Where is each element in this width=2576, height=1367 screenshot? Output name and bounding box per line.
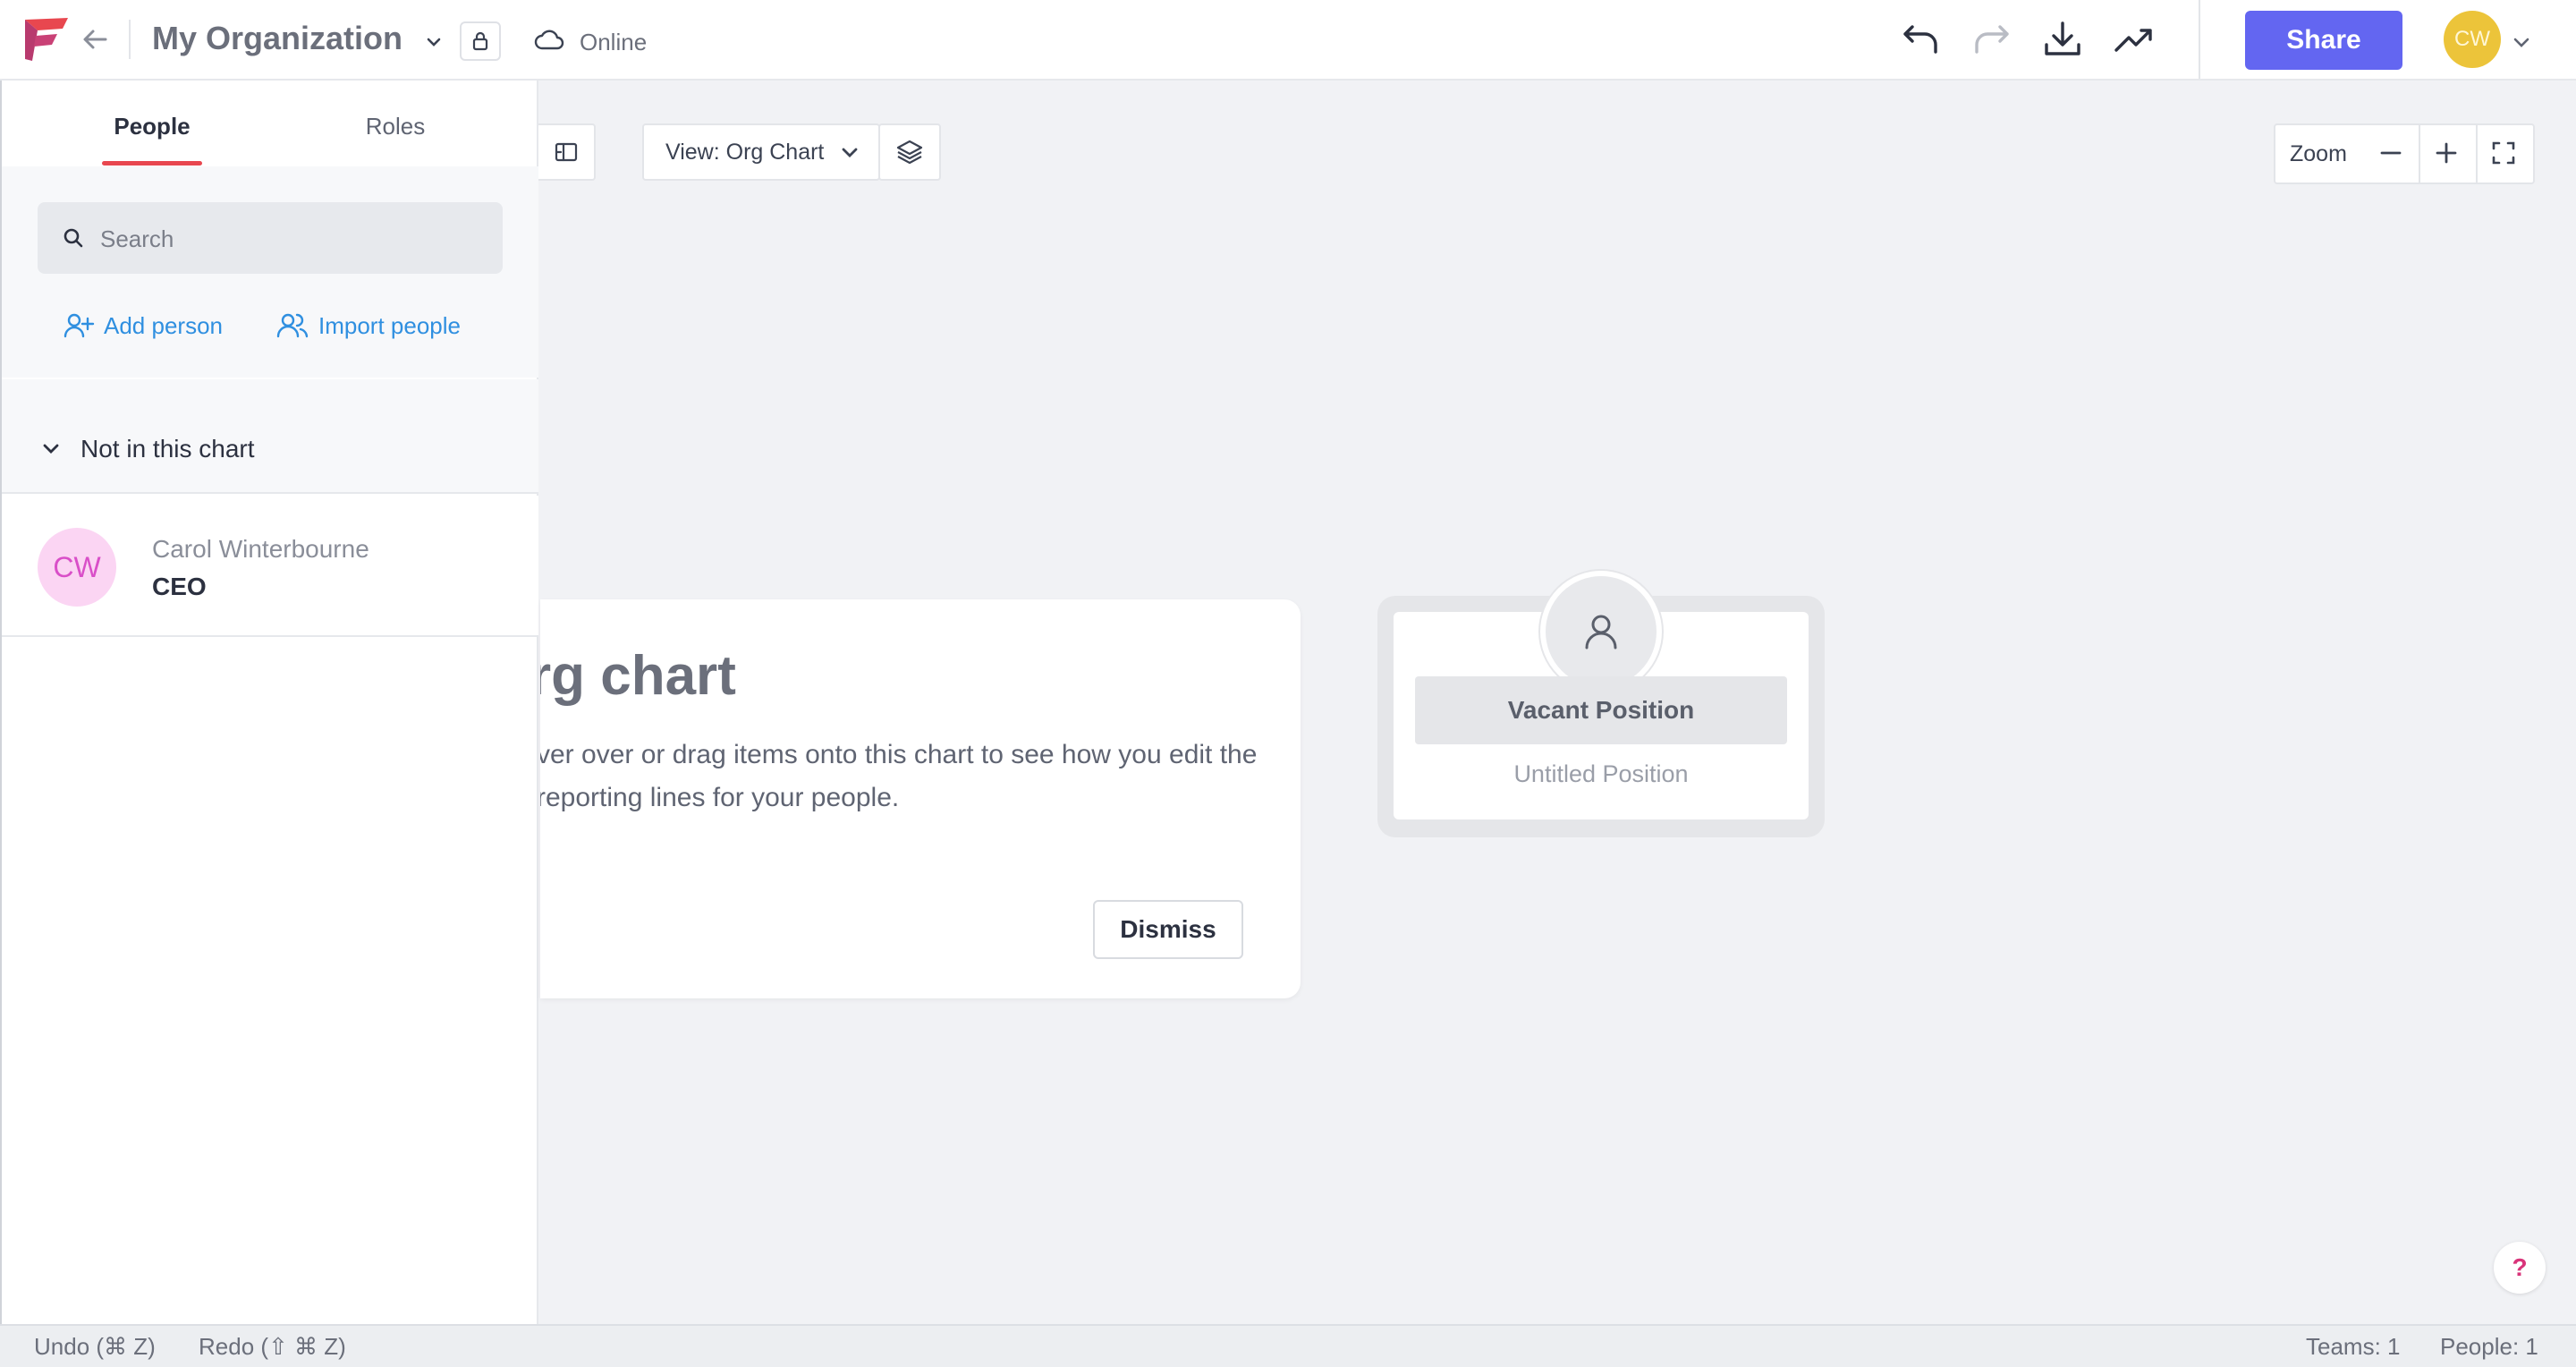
redo-icon[interactable] bbox=[1970, 18, 2012, 61]
node-subtitle: Untitled Position bbox=[1513, 760, 1689, 787]
view-label: View: Org Chart bbox=[665, 139, 825, 165]
avatar[interactable]: CW bbox=[2444, 11, 2501, 68]
add-person-button[interactable]: Add person bbox=[63, 308, 223, 344]
help-icon: ? bbox=[2512, 1253, 2528, 1281]
layers-button[interactable] bbox=[878, 123, 941, 181]
lock-icon bbox=[472, 31, 488, 51]
share-button[interactable]: Share bbox=[2245, 11, 2402, 70]
intro-title: rg chart bbox=[540, 645, 736, 707]
status-text: Online bbox=[580, 29, 648, 55]
tab-underline bbox=[102, 161, 202, 166]
chevron-down-icon[interactable] bbox=[837, 140, 862, 165]
redo-shortcut[interactable]: Redo (⇧ ⌘ Z) bbox=[199, 1333, 346, 1361]
teams-count: Teams: 1 bbox=[2306, 1333, 2401, 1360]
layers-icon bbox=[896, 140, 923, 165]
node-avatar bbox=[1540, 571, 1662, 692]
plus-icon[interactable] bbox=[2431, 138, 2462, 168]
tab-roles[interactable]: Roles bbox=[342, 113, 449, 140]
status-bar bbox=[0, 1324, 2576, 1367]
section-title: Not in this chart bbox=[80, 435, 255, 463]
chevron-down-icon[interactable] bbox=[423, 31, 445, 53]
help-button[interactable]: ? bbox=[2494, 1242, 2546, 1294]
collapse-panel-icon bbox=[555, 142, 578, 162]
import-people-label: Import people bbox=[318, 311, 461, 339]
divider bbox=[2476, 125, 2478, 183]
divider bbox=[2419, 125, 2420, 183]
person-name: Carol Winterbourne bbox=[152, 535, 369, 563]
zoom-label: Zoom bbox=[2290, 141, 2347, 166]
person-role: CEO bbox=[152, 573, 207, 600]
top-bar: My Organization Online Share CW bbox=[0, 0, 2576, 81]
people-count: People: 1 bbox=[2440, 1333, 2538, 1360]
trending-icon[interactable] bbox=[2113, 18, 2156, 61]
import-people-button[interactable]: Import people bbox=[275, 308, 461, 344]
collapse-panel-button[interactable] bbox=[538, 123, 596, 181]
search-input[interactable] bbox=[100, 224, 476, 254]
divider bbox=[129, 20, 131, 59]
add-person-icon bbox=[64, 313, 95, 338]
back-arrow-icon[interactable] bbox=[77, 21, 113, 57]
org-title[interactable]: My Organization bbox=[152, 20, 402, 57]
cloud-icon bbox=[534, 30, 564, 50]
search-icon bbox=[64, 228, 83, 248]
fullscreen-icon[interactable] bbox=[2488, 138, 2519, 168]
chevron-down-icon[interactable] bbox=[2510, 30, 2533, 54]
node-title: Vacant Position bbox=[1415, 676, 1787, 744]
minus-icon[interactable] bbox=[2376, 138, 2406, 168]
intro-body: ver over or drag items onto this chart t… bbox=[540, 740, 1258, 812]
tab-people[interactable]: People bbox=[102, 113, 202, 140]
add-person-label: Add person bbox=[104, 311, 223, 339]
undo-shortcut[interactable]: Undo (⌘ Z) bbox=[34, 1333, 156, 1361]
download-icon[interactable] bbox=[2041, 18, 2084, 61]
import-people-icon bbox=[276, 313, 309, 338]
divider bbox=[2199, 0, 2200, 79]
avatar: CW bbox=[38, 528, 116, 607]
person-icon bbox=[1585, 615, 1617, 650]
undo-icon[interactable] bbox=[1900, 18, 1943, 61]
chevron-down-icon[interactable] bbox=[39, 437, 63, 460]
logo-icon[interactable] bbox=[23, 16, 70, 63]
lock-button[interactable] bbox=[460, 21, 501, 61]
dismiss-button[interactable]: Dismiss bbox=[1093, 900, 1243, 959]
